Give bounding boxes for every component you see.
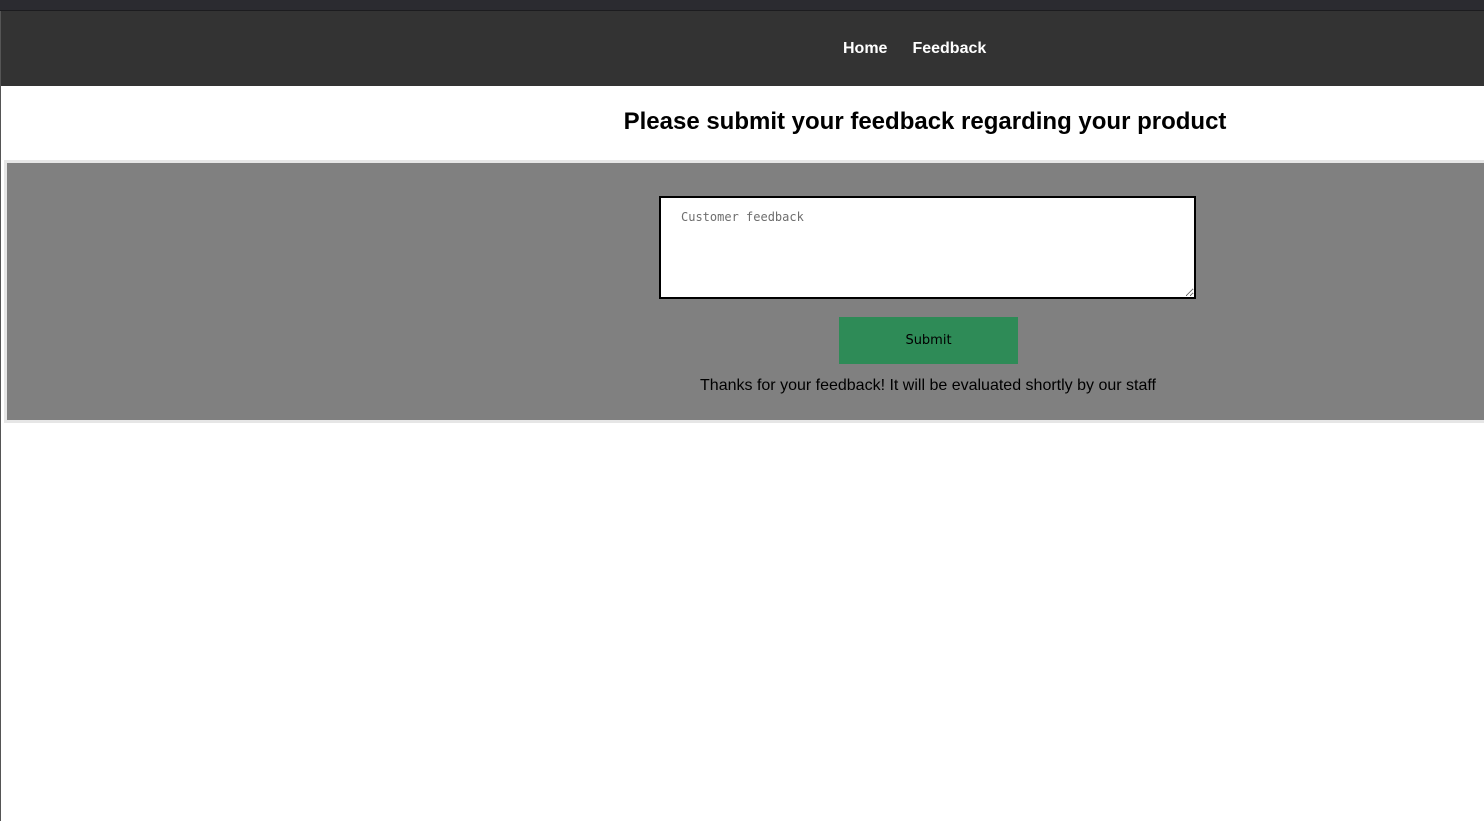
top-navbar: Home Feedback xyxy=(1,11,1484,86)
nav-link-home[interactable]: Home xyxy=(843,40,887,58)
page: Home Feedback Please submit your feedbac… xyxy=(0,11,1484,821)
submit-button[interactable]: Submit xyxy=(839,317,1018,364)
feedback-panel: Submit Thanks for your feedback! It will… xyxy=(4,160,1484,423)
nav-link-feedback[interactable]: Feedback xyxy=(912,40,986,58)
customer-feedback-input[interactable] xyxy=(659,196,1196,299)
page-title: Please submit your feedback regarding yo… xyxy=(623,108,1227,135)
nav-links: Home Feedback xyxy=(843,11,986,86)
browser-toolbar-strip xyxy=(0,0,1484,11)
confirmation-message: Thanks for your feedback! It will be eva… xyxy=(700,377,1156,394)
